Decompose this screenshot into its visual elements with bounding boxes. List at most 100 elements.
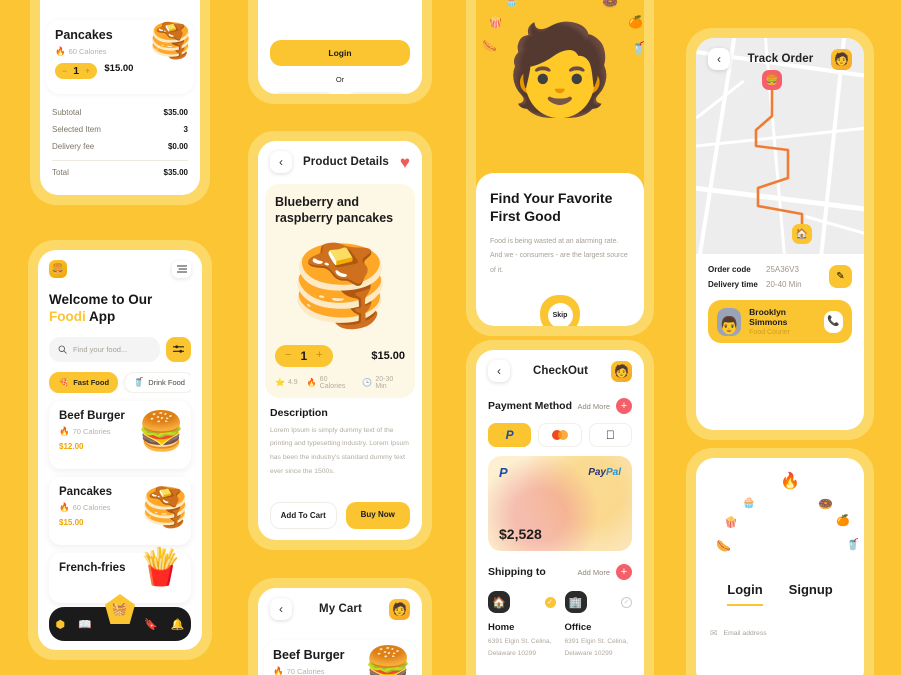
cart-item-calories: 70 Calories — [286, 667, 325, 675]
payment-tile-applepay[interactable]:  — [588, 423, 632, 447]
cart-item-price: $15.00 — [104, 62, 134, 74]
tab-menu-icon[interactable]: 📖 — [78, 618, 92, 631]
payment-tile-mastercard[interactable] — [538, 423, 582, 447]
selected-item-value: 3 — [183, 125, 188, 134]
fries-image: 🍟 — [138, 545, 183, 587]
courier-name: Brooklyn Simmons — [749, 307, 788, 327]
login-button[interactable]: Login — [270, 40, 410, 66]
address-card-home[interactable]: 🏠 ✓ Home 6391 Elgin St. Celina, Delaware… — [488, 589, 556, 660]
call-button[interactable]: 📞 — [824, 310, 843, 333]
tab-home-icon[interactable]: ⬢ — [56, 618, 66, 631]
subtotal-label: Subtotal — [52, 108, 82, 117]
edit-button[interactable]: ✎ — [829, 265, 852, 288]
plus-icon[interactable]: + — [616, 398, 632, 414]
paypal-balance-card[interactable]: P PayPal $2,528 — [488, 456, 632, 551]
skip-container: Skip — [540, 295, 580, 326]
courier-avatar: 👨 — [717, 307, 742, 336]
avatar[interactable]: 🧑 — [388, 598, 410, 620]
add-to-cart-button[interactable]: Add To Cart — [270, 502, 337, 529]
email-field[interactable]: ✉ Email address — [696, 606, 864, 639]
food-card[interactable]: Pancakes 🔥 60 Calories $15.00 🥞 — [49, 476, 191, 545]
login-screen-top: Login Or Google facebook — [248, 0, 432, 104]
clock-icon: 🕒 — [362, 378, 373, 387]
google-signin-button[interactable]: Google — [270, 92, 336, 94]
add-payment-method[interactable]: Add More + — [577, 398, 632, 414]
total-label: Total — [52, 168, 69, 177]
chip-label: Fast Food — [73, 377, 110, 387]
page-title: CheckOut — [532, 365, 589, 377]
onboarding-heading: Find Your Favorite First Good — [490, 190, 613, 225]
order-code-label: Order code — [708, 265, 751, 274]
skip-button[interactable]: Skip — [547, 303, 573, 326]
avatar[interactable]: 🧑 — [611, 360, 632, 382]
popcorn-icon: 🍿 — [488, 15, 503, 29]
back-button[interactable]: ‹ — [270, 598, 292, 620]
address-unselected-indicator[interactable]: ✓ — [621, 596, 632, 608]
add-more-label: Add More — [577, 567, 610, 577]
quantity-stepper[interactable]: − 1 + — [55, 63, 98, 79]
gingerbread-character: 🧑 — [505, 19, 615, 119]
chip-fast-food[interactable]: 🍕 Fast Food — [49, 371, 119, 393]
hamburger-menu-icon[interactable] — [172, 260, 191, 278]
orange-icon: 🍊 — [628, 15, 643, 29]
cart-item[interactable]: Pancakes 🔥 60 Calories − 1 + $15.00 🥞 — [46, 20, 194, 94]
totals-block: Subtotal $35.00 Selected Item 3 Delivery… — [40, 94, 200, 183]
facebook-signin-button[interactable]: facebook — [344, 92, 410, 94]
rating-meta: ⭐ 4.9 — [275, 378, 298, 387]
add-more-label: Add More — [577, 401, 610, 411]
quantity-stepper[interactable]: − 1 + — [275, 344, 333, 367]
payment-tile-paypal[interactable]: P — [488, 423, 532, 447]
auth-illustration: 🔥 🧁 🍩 🍿 🍊 🌭 🥤 — [696, 458, 864, 576]
filter-button[interactable] — [166, 336, 191, 362]
canvas: Pancakes 🔥 60 Calories − 1 + $15.00 🥞 Su… — [0, 0, 901, 675]
courier-card[interactable]: 👨 Brooklyn Simmons Food Courier 📞 — [708, 300, 852, 343]
tab-saved-icon[interactable]: 🔖 — [144, 618, 158, 631]
order-code-row: Order code 25A36V3 — [708, 265, 829, 274]
flame-icon: 🔥 — [306, 378, 317, 387]
food-calories: 60 Calories — [72, 502, 111, 512]
add-shipping-address[interactable]: Add More + — [577, 564, 632, 580]
increment-button[interactable]: + — [316, 350, 322, 361]
app-logo[interactable]: 🍔 — [49, 260, 67, 278]
search-input[interactable]: Find your food... — [49, 336, 160, 362]
payment-tiles: P  — [476, 414, 644, 447]
decrement-button[interactable]: − — [285, 350, 291, 361]
home-screen: 🍔 Welcome to Our Foodi App Find your foo… — [28, 240, 212, 660]
back-button[interactable]: ‹ — [270, 151, 292, 173]
tab-login[interactable]: Login — [727, 582, 763, 606]
hotdog-icon: 🌭 — [482, 39, 497, 53]
paypal-wordmark: PayPal — [588, 467, 621, 478]
home-pin[interactable]: 🏠 — [792, 224, 812, 244]
quantity-value: 1 — [73, 65, 80, 77]
app-word: App — [89, 308, 116, 324]
address-card-office[interactable]: 🏢 ✓ Office 6391 Elgin St. Celina, Delawa… — [564, 589, 632, 660]
welcome-line: Welcome to Our — [49, 292, 153, 307]
tab-signup[interactable]: Signup — [789, 582, 833, 606]
back-button[interactable]: ‹ — [488, 360, 510, 382]
food-card[interactable]: Beef Burger 🔥 70 Calories $12.00 🍔 — [49, 400, 191, 469]
increment-button[interactable]: + — [85, 66, 90, 76]
back-button[interactable]: ‹ — [708, 48, 730, 70]
buy-now-button[interactable]: Buy Now — [345, 502, 410, 529]
avatar[interactable]: 🧑 — [830, 48, 852, 70]
mastercard-icon — [551, 430, 568, 440]
page-title: Product Details — [303, 156, 389, 168]
address-list: 🏠 ✓ Home 6391 Elgin St. Celina, Delaware… — [476, 580, 644, 660]
home-icon: 🏠 — [488, 591, 510, 613]
pancakes-image: 🥞 — [141, 486, 189, 529]
burger-image: 🍔 — [137, 410, 185, 453]
food-calories: 70 Calories — [72, 426, 111, 436]
total-value: $35.00 — [163, 168, 188, 177]
plus-icon[interactable]: + — [616, 564, 632, 580]
time-meta: 🕒 20-30 Min — [362, 376, 405, 390]
track-order-screen: ‹ Track Order 🧑 🍔 🏠 Order code 25A36V3 D… — [686, 28, 874, 440]
cart-item[interactable]: Beef Burger 🔥 70 Calories 🍔 — [264, 640, 416, 675]
paypal-icon: P — [505, 428, 514, 442]
filter-icon — [173, 345, 184, 353]
tab-notifications-icon[interactable]: 🔔 — [171, 618, 185, 631]
favorite-heart-icon[interactable]: ♥ — [400, 154, 410, 171]
decrement-button[interactable]: − — [62, 66, 67, 76]
chip-drink-food[interactable]: 🥤 Drink Food — [124, 371, 191, 393]
address-selected-indicator[interactable]: ✓ — [544, 596, 556, 608]
cart-item-calories: 60 Calories — [68, 47, 107, 56]
